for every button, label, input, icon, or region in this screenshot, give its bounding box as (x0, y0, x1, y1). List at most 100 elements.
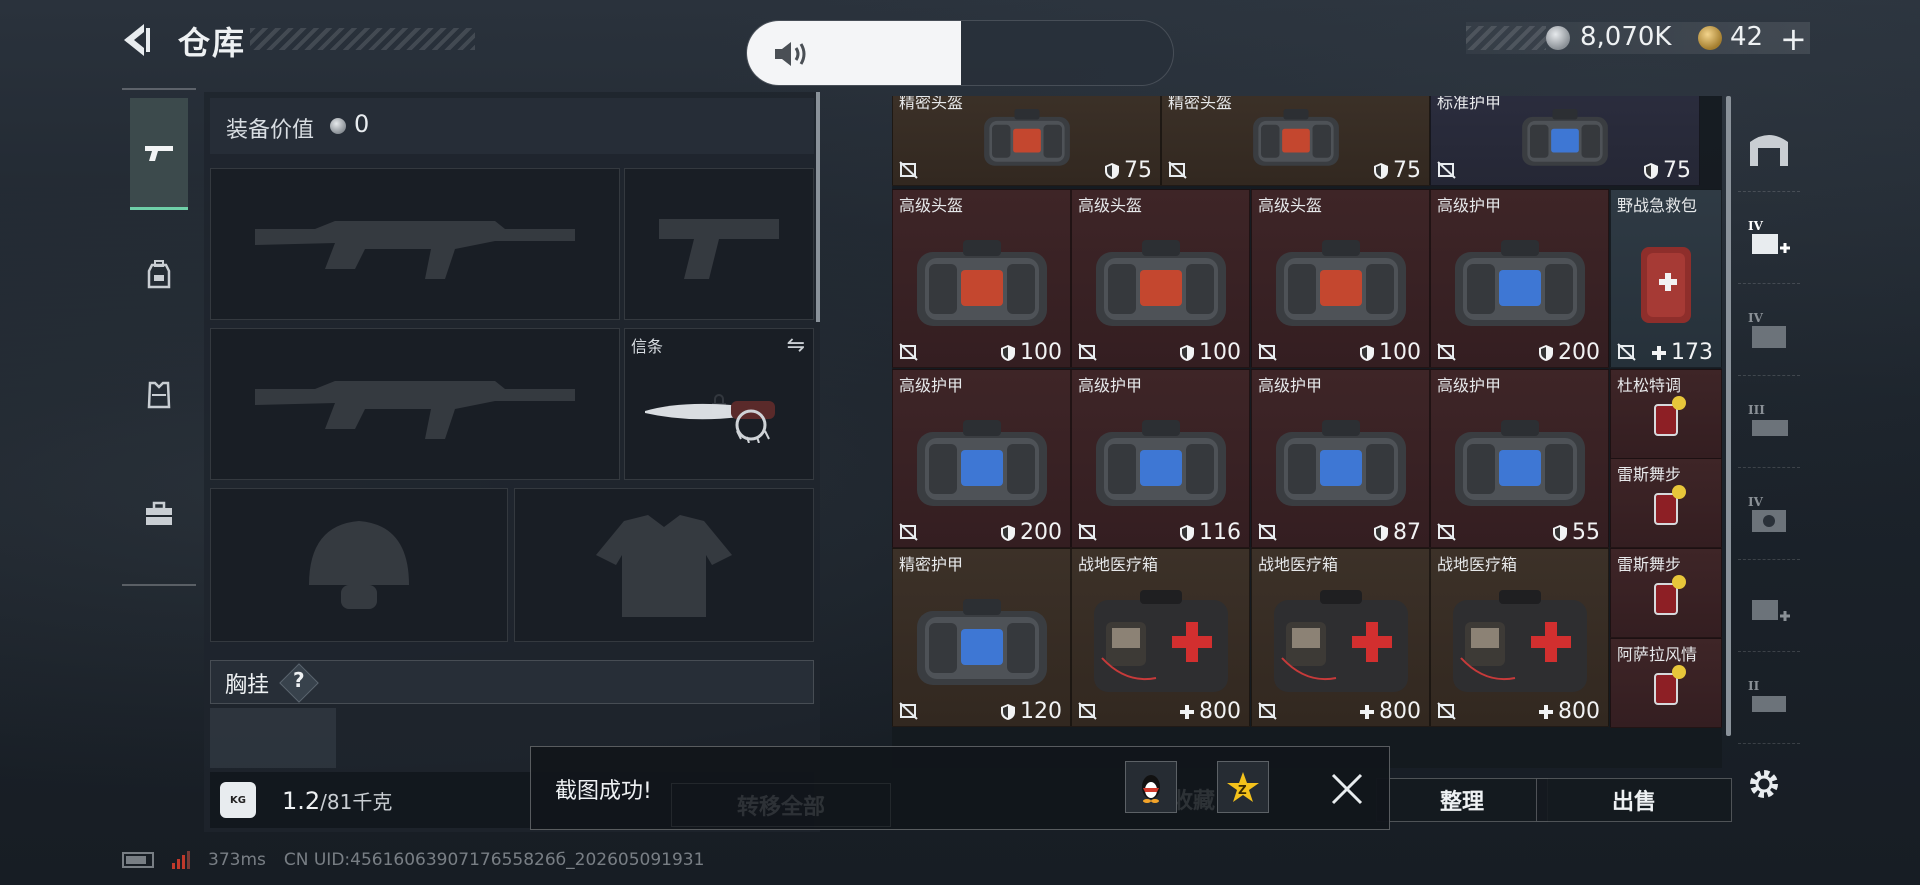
item-image (1641, 660, 1691, 714)
item-durability: 75 (1104, 158, 1152, 183)
durability-value: 173 (1671, 340, 1713, 365)
storage-item[interactable]: 战地医疗箱 800 (1071, 548, 1250, 727)
item-image (1445, 588, 1595, 702)
storage-item[interactable]: 标准护甲 75 (1430, 96, 1700, 186)
item-name: 战地医疗箱 (1258, 555, 1339, 574)
durability-value: 100 (1020, 340, 1062, 365)
durability-value: 800 (1199, 699, 1241, 724)
storage-item[interactable]: 精密护甲 120 (892, 548, 1071, 727)
armor-bag-icon (1454, 239, 1585, 326)
storage-item[interactable]: 高级护甲 87 (1251, 369, 1430, 548)
filter-bar: IV IV III IV II (1734, 96, 1804, 776)
armor-bag-icon (1095, 419, 1226, 506)
storage-item[interactable]: 雷斯舞步 (1610, 458, 1722, 548)
item-image (1086, 234, 1236, 338)
swap-icon[interactable]: ⇋ (787, 333, 805, 358)
shield-icon (1644, 162, 1658, 179)
storage-item[interactable]: 高级头盔 100 (1071, 189, 1250, 368)
storage-item[interactable]: 雷斯舞步 (1610, 548, 1722, 638)
back-button[interactable] (118, 20, 158, 60)
helmet-bag-icon (1095, 239, 1226, 326)
durability-value: 120 (1020, 699, 1062, 724)
collect-button[interactable]: 收藏 (1171, 783, 1215, 815)
secondary-weapon-slot[interactable] (210, 328, 620, 480)
helmet-bag-icon (1252, 108, 1339, 166)
storage-tier-icon: IV (1748, 311, 1786, 348)
heal-plus-icon (1652, 345, 1666, 360)
equipment-scrollbar[interactable] (816, 92, 820, 322)
storage-item[interactable]: 杜松特调 (1610, 369, 1722, 459)
storage-item[interactable]: 精密头盔 75 (892, 96, 1161, 186)
add-currency-button[interactable]: + (1780, 20, 1807, 58)
item-name: 精密护甲 (899, 555, 964, 574)
filter-tier4-plus[interactable]: IV (1738, 198, 1800, 284)
share-qq-button[interactable] (1125, 761, 1177, 813)
armor-slot[interactable] (514, 488, 814, 642)
item-name: 高级护甲 (899, 376, 964, 395)
category-backpack[interactable] (130, 218, 188, 330)
storage-item[interactable]: 精密头盔 75 (1161, 96, 1430, 186)
storage-item[interactable]: 高级护甲 200 (1430, 189, 1609, 368)
silver-coin-icon (1546, 26, 1570, 50)
armor-bag-icon (1522, 108, 1608, 166)
storage-scrollbar[interactable] (1726, 96, 1731, 736)
item-name: 高级头盔 (899, 196, 964, 215)
storage-item[interactable]: 高级护甲 116 (1071, 369, 1250, 548)
ping-value: 373ms (208, 850, 266, 870)
item-image (1266, 588, 1416, 702)
cocktail-icon (1654, 664, 1686, 705)
sidearm-slot[interactable] (624, 168, 814, 320)
storage-item[interactable]: 战地医疗箱 800 (1251, 548, 1430, 727)
primary-weapon-slot[interactable] (210, 168, 620, 320)
storage-item[interactable]: 高级头盔 100 (892, 189, 1071, 368)
item-durability: 800 (1538, 699, 1600, 724)
item-image (907, 593, 1057, 697)
durability-value: 75 (1124, 158, 1152, 183)
filter-tier2-storage[interactable]: II (1738, 658, 1800, 744)
storage-item[interactable]: 阿萨拉风情 (1610, 638, 1722, 728)
no-insure-icon (1078, 523, 1097, 541)
category-bar (122, 88, 196, 586)
filter-tier4-storage[interactable]: IV (1738, 290, 1800, 376)
helmet-bag-icon (916, 239, 1047, 326)
filter-all[interactable] (1738, 106, 1800, 192)
item-durability: 200 (1538, 340, 1600, 365)
sell-button[interactable]: 出售 (1536, 778, 1732, 822)
filter-tier3-storage[interactable]: III (1738, 382, 1800, 468)
helmet-slot[interactable] (210, 488, 508, 642)
category-vest[interactable] (130, 338, 188, 450)
filter-tier4-case[interactable]: IV (1738, 474, 1800, 560)
pistol-icon (145, 145, 173, 161)
storage-item[interactable]: 高级护甲 200 (892, 369, 1071, 548)
close-icon[interactable] (1327, 769, 1367, 809)
storage-item[interactable]: 野战急救包 173 (1610, 189, 1722, 368)
filter-add-storage[interactable] (1738, 566, 1800, 652)
transfer-all-button[interactable]: 转移全部 (671, 783, 891, 827)
chest-rig-header: 胸挂 ? (210, 660, 814, 704)
sort-button[interactable]: 整理 (1376, 778, 1548, 822)
user-uid: CN UID:4561606390717655826б_202605091931 (283, 850, 705, 870)
help-icon[interactable]: ? (293, 668, 305, 692)
storage-tier-icon (1752, 599, 1790, 621)
storage-item[interactable]: 战地医疗箱 800 (1430, 548, 1609, 727)
category-weapons[interactable] (130, 98, 188, 210)
settings-gear-icon[interactable] (1744, 764, 1784, 804)
item-name: 战地医疗箱 (1078, 555, 1159, 574)
helmet-silhouette-icon (309, 521, 409, 609)
volume-slider[interactable] (746, 20, 1174, 86)
storage-item[interactable]: 高级护甲 55 (1430, 369, 1609, 548)
item-name: 高级头盔 (1078, 196, 1143, 215)
shield-icon (1374, 524, 1388, 541)
item-image (1221, 96, 1371, 192)
durability-value: 116 (1199, 520, 1241, 545)
chest-rig-slot[interactable] (210, 708, 336, 768)
share-qzone-button[interactable]: Z (1217, 761, 1269, 813)
item-durability: 75 (1643, 158, 1691, 183)
svg-text:IV: IV (1748, 495, 1764, 509)
category-toolbox[interactable] (130, 458, 188, 570)
melee-slot[interactable]: 信条 ⇋ (624, 328, 814, 480)
item-image (907, 234, 1057, 338)
storage-item[interactable]: 高级头盔 100 (1251, 189, 1430, 368)
qzone-star-icon: Z (1227, 772, 1259, 802)
item-durability: 100 (1179, 340, 1241, 365)
